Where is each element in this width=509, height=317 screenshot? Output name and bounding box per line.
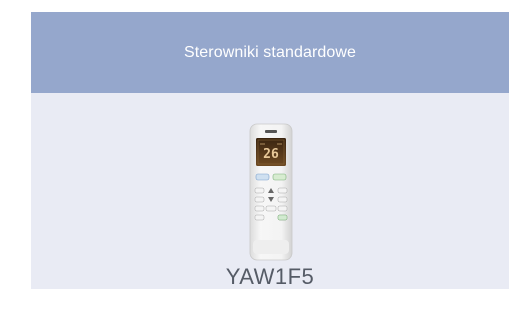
- card-title: Sterowniki standardowe: [183, 43, 357, 61]
- product-card[interactable]: Sterowniki standardowe 26 YAW1F5: [31, 12, 509, 289]
- lcd-display: 26: [263, 147, 279, 162]
- product-name[interactable]: YAW1F5: [31, 264, 509, 290]
- remote-control-icon[interactable]: 26: [247, 122, 295, 262]
- card-header: Sterowniki standardowe: [31, 12, 509, 93]
